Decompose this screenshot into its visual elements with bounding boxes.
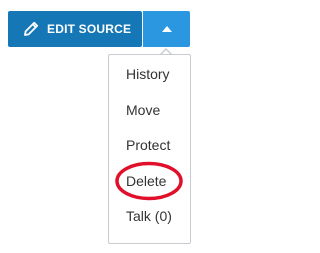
menu-item-protect[interactable]: Protect bbox=[126, 137, 170, 153]
page-actions: EDIT SOURCE History Move Protect Delete … bbox=[0, 0, 200, 253]
menu-item-delete[interactable]: Delete bbox=[126, 173, 166, 189]
menu-item-history[interactable]: History bbox=[126, 66, 170, 82]
pencil-icon bbox=[22, 20, 40, 38]
caret-up-icon bbox=[161, 26, 172, 32]
menu-item-move[interactable]: Move bbox=[126, 102, 160, 118]
menu-item-talk[interactable]: Talk (0) bbox=[126, 208, 172, 224]
more-actions-toggle[interactable] bbox=[143, 11, 190, 47]
edit-source-button[interactable]: EDIT SOURCE bbox=[8, 11, 142, 47]
actions-dropdown-menu: History Move Protect Delete Talk (0) bbox=[108, 54, 191, 244]
edit-source-label: EDIT SOURCE bbox=[47, 22, 132, 36]
